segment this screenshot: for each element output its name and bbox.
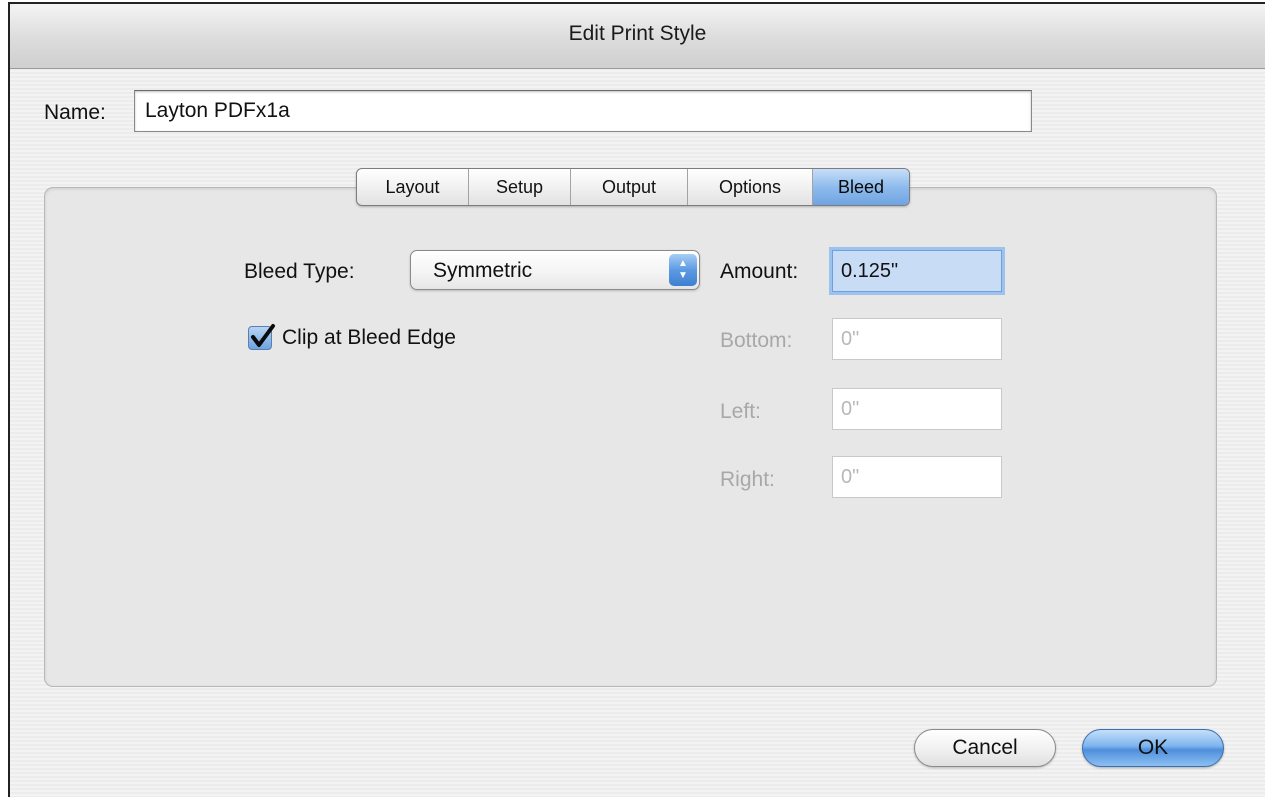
bleed-type-label: Bleed Type: bbox=[244, 260, 355, 283]
clip-at-bleed-edge-checkbox[interactable] bbox=[248, 324, 275, 350]
right-field[interactable]: 0" bbox=[832, 456, 1002, 498]
right-label: Right: bbox=[720, 468, 775, 491]
tab-bleed[interactable]: Bleed bbox=[813, 169, 909, 205]
ok-button[interactable]: OK bbox=[1082, 729, 1224, 767]
left-field[interactable]: 0" bbox=[832, 388, 1002, 430]
name-field[interactable] bbox=[134, 90, 1032, 132]
tab-layout[interactable]: Layout bbox=[357, 169, 469, 205]
tab-options[interactable]: Options bbox=[688, 169, 813, 205]
edit-print-style-dialog: Edit Print Style Name: Layout Setup Outp… bbox=[8, 2, 1265, 797]
clip-at-bleed-edge-label[interactable]: Clip at Bleed Edge bbox=[282, 326, 456, 350]
dialog-title: Edit Print Style bbox=[568, 22, 707, 45]
up-down-chevron-icon: ▲ ▼ bbox=[669, 254, 697, 286]
bottom-label: Bottom: bbox=[720, 329, 793, 352]
amount-field[interactable]: 0.125" bbox=[832, 250, 1002, 292]
tab-output[interactable]: Output bbox=[571, 169, 688, 205]
left-label: Left: bbox=[720, 400, 761, 423]
tab-setup[interactable]: Setup bbox=[469, 169, 571, 205]
title-bar[interactable]: Edit Print Style bbox=[10, 4, 1265, 69]
cancel-button[interactable]: Cancel bbox=[914, 729, 1056, 767]
amount-label: Amount: bbox=[720, 260, 799, 283]
checkmark-icon bbox=[251, 324, 275, 347]
bleed-type-value: Symmetric bbox=[433, 259, 533, 282]
name-label: Name: bbox=[44, 101, 106, 124]
bleed-type-popup[interactable]: Symmetric ▲ ▼ bbox=[410, 250, 700, 290]
bottom-field[interactable]: 0" bbox=[832, 318, 1002, 360]
tab-bar: Layout Setup Output Options Bleed bbox=[356, 168, 910, 206]
